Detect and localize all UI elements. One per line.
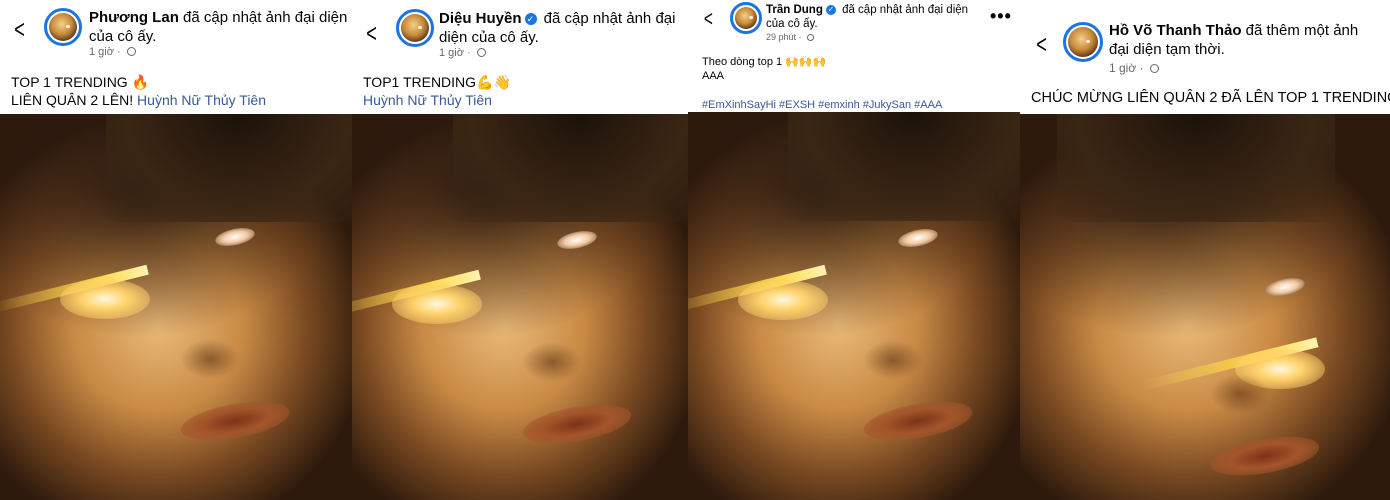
caption-line-1: CHÚC MỪNG LIÊN QUÂN 2 ĐÃ LÊN TOP 1 TREND… [1031, 90, 1390, 106]
post-caption: CHÚC MỪNG LIÊN QUÂN 2 ĐÃ LÊN TOP 1 TREND… [1031, 89, 1390, 108]
post-caption: Theo dòng top 1 🙌🙌🙌 AAA #EmXinhSayHi #EX… [702, 55, 942, 112]
post-time[interactable]: 29 phút [766, 32, 796, 42]
post-panel-4: < Hồ Võ Thanh Thảo đã thêm một ảnh đại d… [1020, 0, 1390, 500]
avatar[interactable] [1063, 22, 1103, 62]
post-time[interactable]: 1 giờ [89, 46, 114, 58]
profile-photo[interactable] [1020, 114, 1390, 500]
screenshot-strip: < Phương Lan đã cập nhật ảnh đại diện củ… [0, 0, 1390, 500]
post-header: Diệu Huyền ✓ đã cập nhật ảnh đại diện của… [439, 10, 684, 48]
tagged-user-link[interactable]: Huỳnh Nữ Thủy Tiên [363, 91, 511, 109]
verified-badge-icon: ✓ [825, 5, 836, 15]
post-time[interactable]: 1 giờ [1109, 61, 1136, 75]
post-caption: TOP1 TRENDING💪👋 Huỳnh Nữ Thủy Tiên [363, 73, 511, 109]
post-header: Trần Dung ✓ đã cập nhật ảnh đại diện của … [766, 3, 971, 32]
hashtags[interactable]: #EmXinhSayHi #EXSH #emxinh #JukySan #AAA [702, 98, 942, 112]
post-meta: 1 giờ · [1109, 61, 1159, 75]
post-meta: 29 phút · [766, 32, 815, 42]
caption-line-1: TOP 1 TRENDING 🔥 [11, 74, 150, 90]
post-panel-2: < Diệu Huyền ✓ đã cập nhật ảnh đại diện c… [352, 0, 688, 500]
globe-icon [476, 48, 486, 57]
post-header: Hồ Võ Thanh Thảo đã thêm một ảnh đại diệ… [1109, 22, 1379, 60]
avatar[interactable] [730, 2, 762, 34]
post-panel-3: < Trần Dung ✓ đã cập nhật ảnh đại diện củ… [688, 0, 1020, 500]
profile-photo[interactable] [688, 112, 1020, 500]
more-dots-icon[interactable]: ••• [990, 6, 1012, 27]
author-name[interactable]: Hồ Võ Thanh Thảo [1109, 22, 1242, 39]
verified-badge-icon: ✓ [524, 13, 537, 25]
post-panel-1: < Phương Lan đã cập nhật ảnh đại diện củ… [0, 0, 352, 500]
post-meta: 1 giờ · [439, 47, 486, 59]
chevron-left-icon[interactable]: < [366, 20, 377, 46]
chevron-left-icon[interactable]: < [1036, 31, 1047, 57]
tagged-user-link[interactable]: Huỳnh Nữ Thủy Tiên [137, 92, 266, 108]
caption-line-2: AAA [702, 70, 725, 83]
profile-photo[interactable] [0, 114, 352, 500]
chevron-left-icon[interactable]: < [14, 16, 25, 42]
author-name[interactable]: Phương Lan [89, 9, 179, 26]
post-caption: TOP 1 TRENDING 🔥 LIÊN QUÂN 2 LÊN! Huỳnh … [11, 73, 266, 109]
post-meta: 1 giờ · [89, 46, 136, 58]
globe-icon [1149, 64, 1159, 73]
caption-line-2: LIÊN QUÂN 2 LÊN! [11, 92, 138, 109]
globe-icon [807, 34, 815, 41]
caption-line-1: TOP1 TRENDING💪👋 [363, 74, 511, 90]
globe-icon [126, 47, 136, 56]
author-name[interactable]: Diệu Huyền [439, 10, 522, 27]
avatar[interactable] [396, 9, 434, 47]
profile-photo[interactable] [352, 114, 688, 500]
post-time[interactable]: 1 giờ [439, 47, 464, 59]
author-name[interactable]: Trần Dung [766, 4, 823, 16]
caption-line-1: Theo dòng top 1 🙌🙌🙌 [702, 56, 827, 68]
avatar[interactable] [44, 8, 82, 46]
chevron-left-icon[interactable]: < [704, 6, 713, 32]
post-header: Phương Lan đã cập nhật ảnh đại diện của … [89, 9, 349, 47]
